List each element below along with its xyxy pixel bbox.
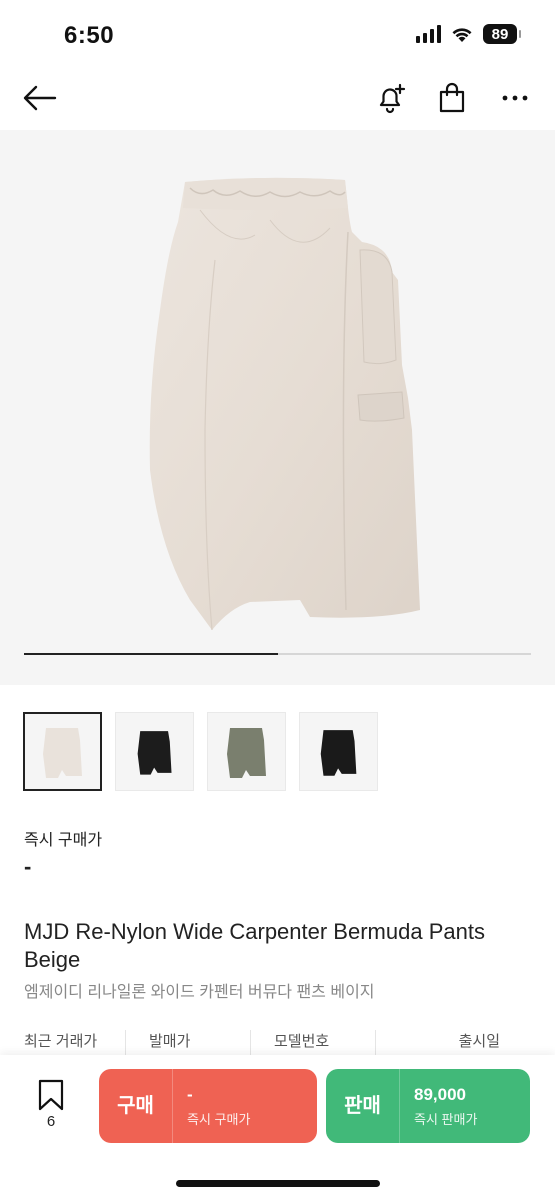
thumbnail-image [42, 727, 82, 778]
status-bar: 6:50 89 [0, 0, 555, 70]
sell-price-block: 89,000 즉시 판매가 [400, 1085, 477, 1128]
thumbnail-image [320, 729, 356, 776]
buy-label: 구매 [99, 1069, 173, 1143]
product-image[interactable] [0, 130, 555, 685]
buy-sub-label: 즉시 구매가 [187, 1111, 251, 1127]
battery-indicator: 89 [483, 24, 521, 44]
arrow-left-icon [23, 85, 57, 111]
thumbnail-list [23, 712, 378, 791]
product-shorts-image [149, 177, 420, 631]
notification-button[interactable] [370, 78, 410, 118]
top-nav [0, 70, 555, 126]
instant-buy-price-label: 즉시 구매가 [24, 832, 103, 849]
wishlist-count: 6 [46, 1113, 56, 1130]
bottom-action-bar: 6 구매 - 즉시 구매가 판매 89,000 즉시 판매가 [0, 1055, 555, 1200]
home-indicator [176, 1180, 380, 1187]
cart-button[interactable] [432, 78, 472, 118]
image-progress-fill [24, 653, 278, 655]
thumbnail-image [137, 730, 172, 775]
sell-label: 판매 [326, 1069, 400, 1143]
image-progress-track [24, 653, 531, 655]
back-button[interactable] [20, 78, 60, 118]
more-button[interactable] [495, 78, 535, 118]
status-time: 6:50 [64, 22, 115, 49]
thumbnail-image [226, 727, 266, 778]
buy-price: - [187, 1084, 193, 1104]
wishlist-button[interactable]: 6 [28, 1079, 74, 1135]
sell-button[interactable]: 판매 89,000 즉시 판매가 [326, 1069, 530, 1143]
status-icons: 89 [416, 24, 521, 44]
thumbnail[interactable] [207, 712, 286, 791]
product-title-en: MJD Re-Nylon Wide Carpenter Bermuda Pant… [24, 919, 485, 972]
instant-buy-price-value: - [24, 854, 32, 879]
buy-price-block: - 즉시 구매가 [173, 1085, 250, 1128]
thumbnail[interactable] [299, 712, 378, 791]
product-title-kr: 엠제이디 리나일론 와이드 카펜터 버뮤다 팬츠 베이지 [24, 984, 375, 1001]
bell-plus-icon [379, 83, 406, 114]
buy-button[interactable]: 구매 - 즉시 구매가 [99, 1069, 317, 1143]
sell-price: 89,000 [414, 1084, 466, 1104]
thumbnail[interactable] [23, 712, 102, 791]
more-horizontal-icon [502, 95, 528, 101]
wifi-icon [452, 27, 472, 42]
signal-icon [416, 25, 441, 43]
bookmark-icon [38, 1079, 64, 1111]
shopping-bag-icon [439, 82, 465, 113]
thumbnail[interactable] [115, 712, 194, 791]
sell-sub-label: 즉시 판매가 [414, 1111, 478, 1127]
